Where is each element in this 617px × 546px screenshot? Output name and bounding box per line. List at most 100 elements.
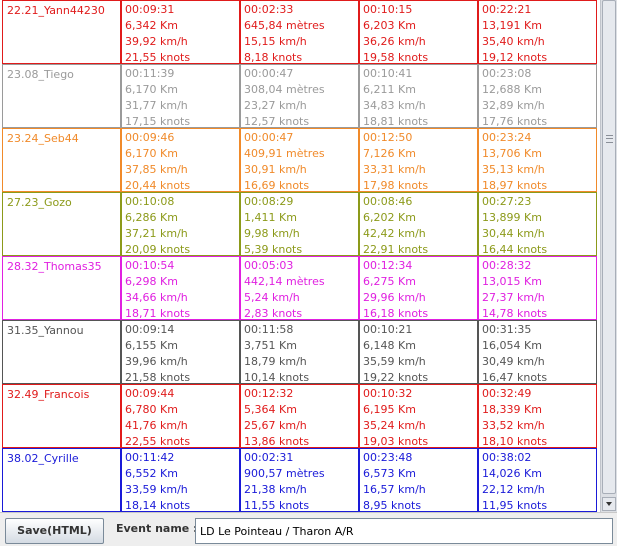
leg-stats-cell: 00:10:21 6,148 Km 35,59 km/h 19,22 knots <box>359 320 478 384</box>
sailor-name: 23.24_Seb44 <box>7 132 79 145</box>
leg-speed-kmh: 39,92 km/h <box>125 35 188 48</box>
leg-speed-kmh: 36,26 km/h <box>363 35 426 48</box>
leg-speed-knots: 11,55 knots <box>244 499 310 512</box>
leg-speed-kmh: 37,21 km/h <box>125 227 188 240</box>
leg-speed-kmh: 35,13 km/h <box>482 163 545 176</box>
leg-stats-cell: 00:09:44 6,780 Km 41,76 km/h 22,55 knots <box>121 384 240 448</box>
leg-distance: 442,14 mètres <box>244 275 325 288</box>
leg-time: 00:02:33 <box>244 3 294 16</box>
leg-speed-knots: 11,95 knots <box>482 499 548 512</box>
leg-speed-knots: 16,18 knots <box>363 307 429 320</box>
leg-stats-cell: 00:12:32 5,364 Km 25,67 km/h 13,86 knots <box>240 384 359 448</box>
leg-speed-knots: 18,97 knots <box>482 179 548 192</box>
leg-speed-knots: 8,95 knots <box>363 499 422 512</box>
leg-time: 00:00:47 <box>244 67 294 80</box>
leg-stats-cell: 00:12:34 6,275 Km 29,96 km/h 16,18 knots <box>359 256 478 320</box>
leg-time: 00:22:21 <box>482 3 532 16</box>
scroll-down-arrow-icon[interactable] <box>602 497 616 511</box>
leg-stats-cell: 00:10:54 6,298 Km 34,66 km/h 18,71 knots <box>121 256 240 320</box>
leg-distance: 6,170 Km <box>125 83 178 96</box>
leg-speed-knots: 19,12 knots <box>482 51 548 64</box>
leg-distance: 13,015 Km <box>482 275 542 288</box>
leg-stats-cell: 00:00:47 308,04 mètres 23,27 km/h 12,57 kno… <box>240 64 359 128</box>
table-row: 22.21_Yann44230 00:09:31 6,342 Km 39,92 km/… <box>0 0 597 64</box>
leg-time: 00:09:14 <box>125 323 175 336</box>
leg-stats-cell: 00:28:32 13,015 Km 27,37 km/h 14,78 knots <box>478 256 597 320</box>
leg-speed-knots: 22,55 knots <box>125 435 191 448</box>
leg-speed-kmh: 37,85 km/h <box>125 163 188 176</box>
leg-stats-cell: 00:12:50 7,126 Km 33,31 km/h 17,98 knots <box>359 128 478 192</box>
leg-stats-cell: 00:22:21 13,191 Km 35,40 km/h 19,12 knots <box>478 0 597 64</box>
table-row: 23.24_Seb44 00:09:46 6,170 Km 37,85 km/h 20,… <box>0 128 597 192</box>
leg-speed-knots: 16,69 knots <box>244 179 310 192</box>
leg-stats-cell: 00:02:33 645,84 mètres 15,15 km/h 8,18 knot… <box>240 0 359 64</box>
save-html-button[interactable]: Save(HTML) <box>5 518 104 544</box>
leg-stats-cell: 00:10:41 6,211 Km 34,83 km/h 18,81 knots <box>359 64 478 128</box>
leg-time: 00:11:42 <box>125 451 175 464</box>
leg-speed-knots: 18,14 knots <box>125 499 191 512</box>
leg-distance: 308,04 mètres <box>244 83 325 96</box>
leg-time: 00:31:35 <box>482 323 532 336</box>
leg-time: 00:10:54 <box>125 259 175 272</box>
leg-time: 00:10:15 <box>363 3 413 16</box>
leg-speed-knots: 12,57 knots <box>244 115 310 128</box>
leg-stats-cell: 00:00:47 409,91 mètres 30,91 km/h 16,69 kno… <box>240 128 359 192</box>
leg-speed-knots: 18,71 knots <box>125 307 191 320</box>
leg-stats-cell: 00:11:39 6,170 Km 31,77 km/h 17,15 knots <box>121 64 240 128</box>
leg-time: 00:05:03 <box>244 259 294 272</box>
leg-speed-kmh: 21,38 km/h <box>244 483 307 496</box>
scrollbar-thumb[interactable] <box>602 0 616 494</box>
leg-speed-kmh: 23,27 km/h <box>244 99 307 112</box>
leg-distance: 6,552 Km <box>125 467 178 480</box>
leg-distance: 14,026 Km <box>482 467 542 480</box>
leg-time: 00:02:31 <box>244 451 294 464</box>
leg-time: 00:09:44 <box>125 387 175 400</box>
leg-stats-cell: 00:11:42 6,552 Km 33,59 km/h 18,14 knots <box>121 448 240 512</box>
event-name-input[interactable] <box>195 518 613 544</box>
sailor-name-cell: 28.32_Thomas35 <box>2 256 121 320</box>
leg-distance: 6,203 Km <box>363 19 416 32</box>
leg-stats-cell: 00:10:15 6,203 Km 36,26 km/h 19,58 knots <box>359 0 478 64</box>
leg-stats-cell: 00:23:48 6,573 Km 16,57 km/h 8,95 knots <box>359 448 478 512</box>
leg-time: 00:08:29 <box>244 195 294 208</box>
leg-time: 00:32:49 <box>482 387 532 400</box>
leg-speed-knots: 16,47 knots <box>482 371 548 384</box>
leg-speed-knots: 21,58 knots <box>125 371 191 384</box>
leg-speed-kmh: 34,83 km/h <box>363 99 426 112</box>
leg-time: 00:27:23 <box>482 195 532 208</box>
leg-speed-knots: 20,09 knots <box>125 243 191 256</box>
leg-distance: 7,126 Km <box>363 147 416 160</box>
leg-stats-cell: 00:09:14 6,155 Km 39,96 km/h 21,58 knots <box>121 320 240 384</box>
leg-speed-kmh: 33,59 km/h <box>125 483 188 496</box>
leg-stats-cell: 00:27:23 13,899 Km 30,44 km/h 16,44 knots <box>478 192 597 256</box>
leg-stats-cell: 00:10:08 6,286 Km 37,21 km/h 20,09 knots <box>121 192 240 256</box>
sailor-name-cell: 31.35_Yannou <box>2 320 121 384</box>
leg-distance: 900,57 mètres <box>244 467 325 480</box>
leg-speed-kmh: 41,76 km/h <box>125 419 188 432</box>
leg-speed-kmh: 35,24 km/h <box>363 419 426 432</box>
leg-speed-kmh: 15,15 km/h <box>244 35 307 48</box>
leg-stats-cell: 00:08:29 1,411 Km 9,98 km/h 5,39 knots <box>240 192 359 256</box>
sailor-name: 32.49_Francois <box>7 388 90 401</box>
leg-speed-kmh: 5,24 km/h <box>244 291 300 304</box>
sailor-name-cell: 38.02_Cyrille <box>2 448 121 512</box>
leg-distance: 645,84 mètres <box>244 19 325 32</box>
leg-speed-knots: 17,98 knots <box>363 179 429 192</box>
leg-speed-kmh: 25,67 km/h <box>244 419 307 432</box>
leg-distance: 6,211 Km <box>363 83 416 96</box>
leg-speed-kmh: 33,52 km/h <box>482 419 545 432</box>
leg-speed-knots: 16,44 knots <box>482 243 548 256</box>
leg-speed-knots: 19,58 knots <box>363 51 429 64</box>
table-row: 32.49_Francois 00:09:44 6,780 Km 41,76 km/h… <box>0 384 597 448</box>
leg-speed-knots: 17,15 knots <box>125 115 191 128</box>
table-row: 23.08_Tiego 00:11:39 6,170 Km 31,77 km/h 17,… <box>0 64 597 128</box>
vertical-scrollbar[interactable] <box>600 0 617 512</box>
leg-speed-knots: 19,22 knots <box>363 371 429 384</box>
leg-time: 00:23:48 <box>363 451 413 464</box>
sailor-name: 23.08_Tiego <box>7 68 74 81</box>
leg-speed-kmh: 30,49 km/h <box>482 355 545 368</box>
leg-time: 00:12:34 <box>363 259 413 272</box>
leg-speed-knots: 21,55 knots <box>125 51 191 64</box>
leg-distance: 6,298 Km <box>125 275 178 288</box>
leg-stats-cell: 00:08:46 6,202 Km 42,42 km/h 22,91 knots <box>359 192 478 256</box>
